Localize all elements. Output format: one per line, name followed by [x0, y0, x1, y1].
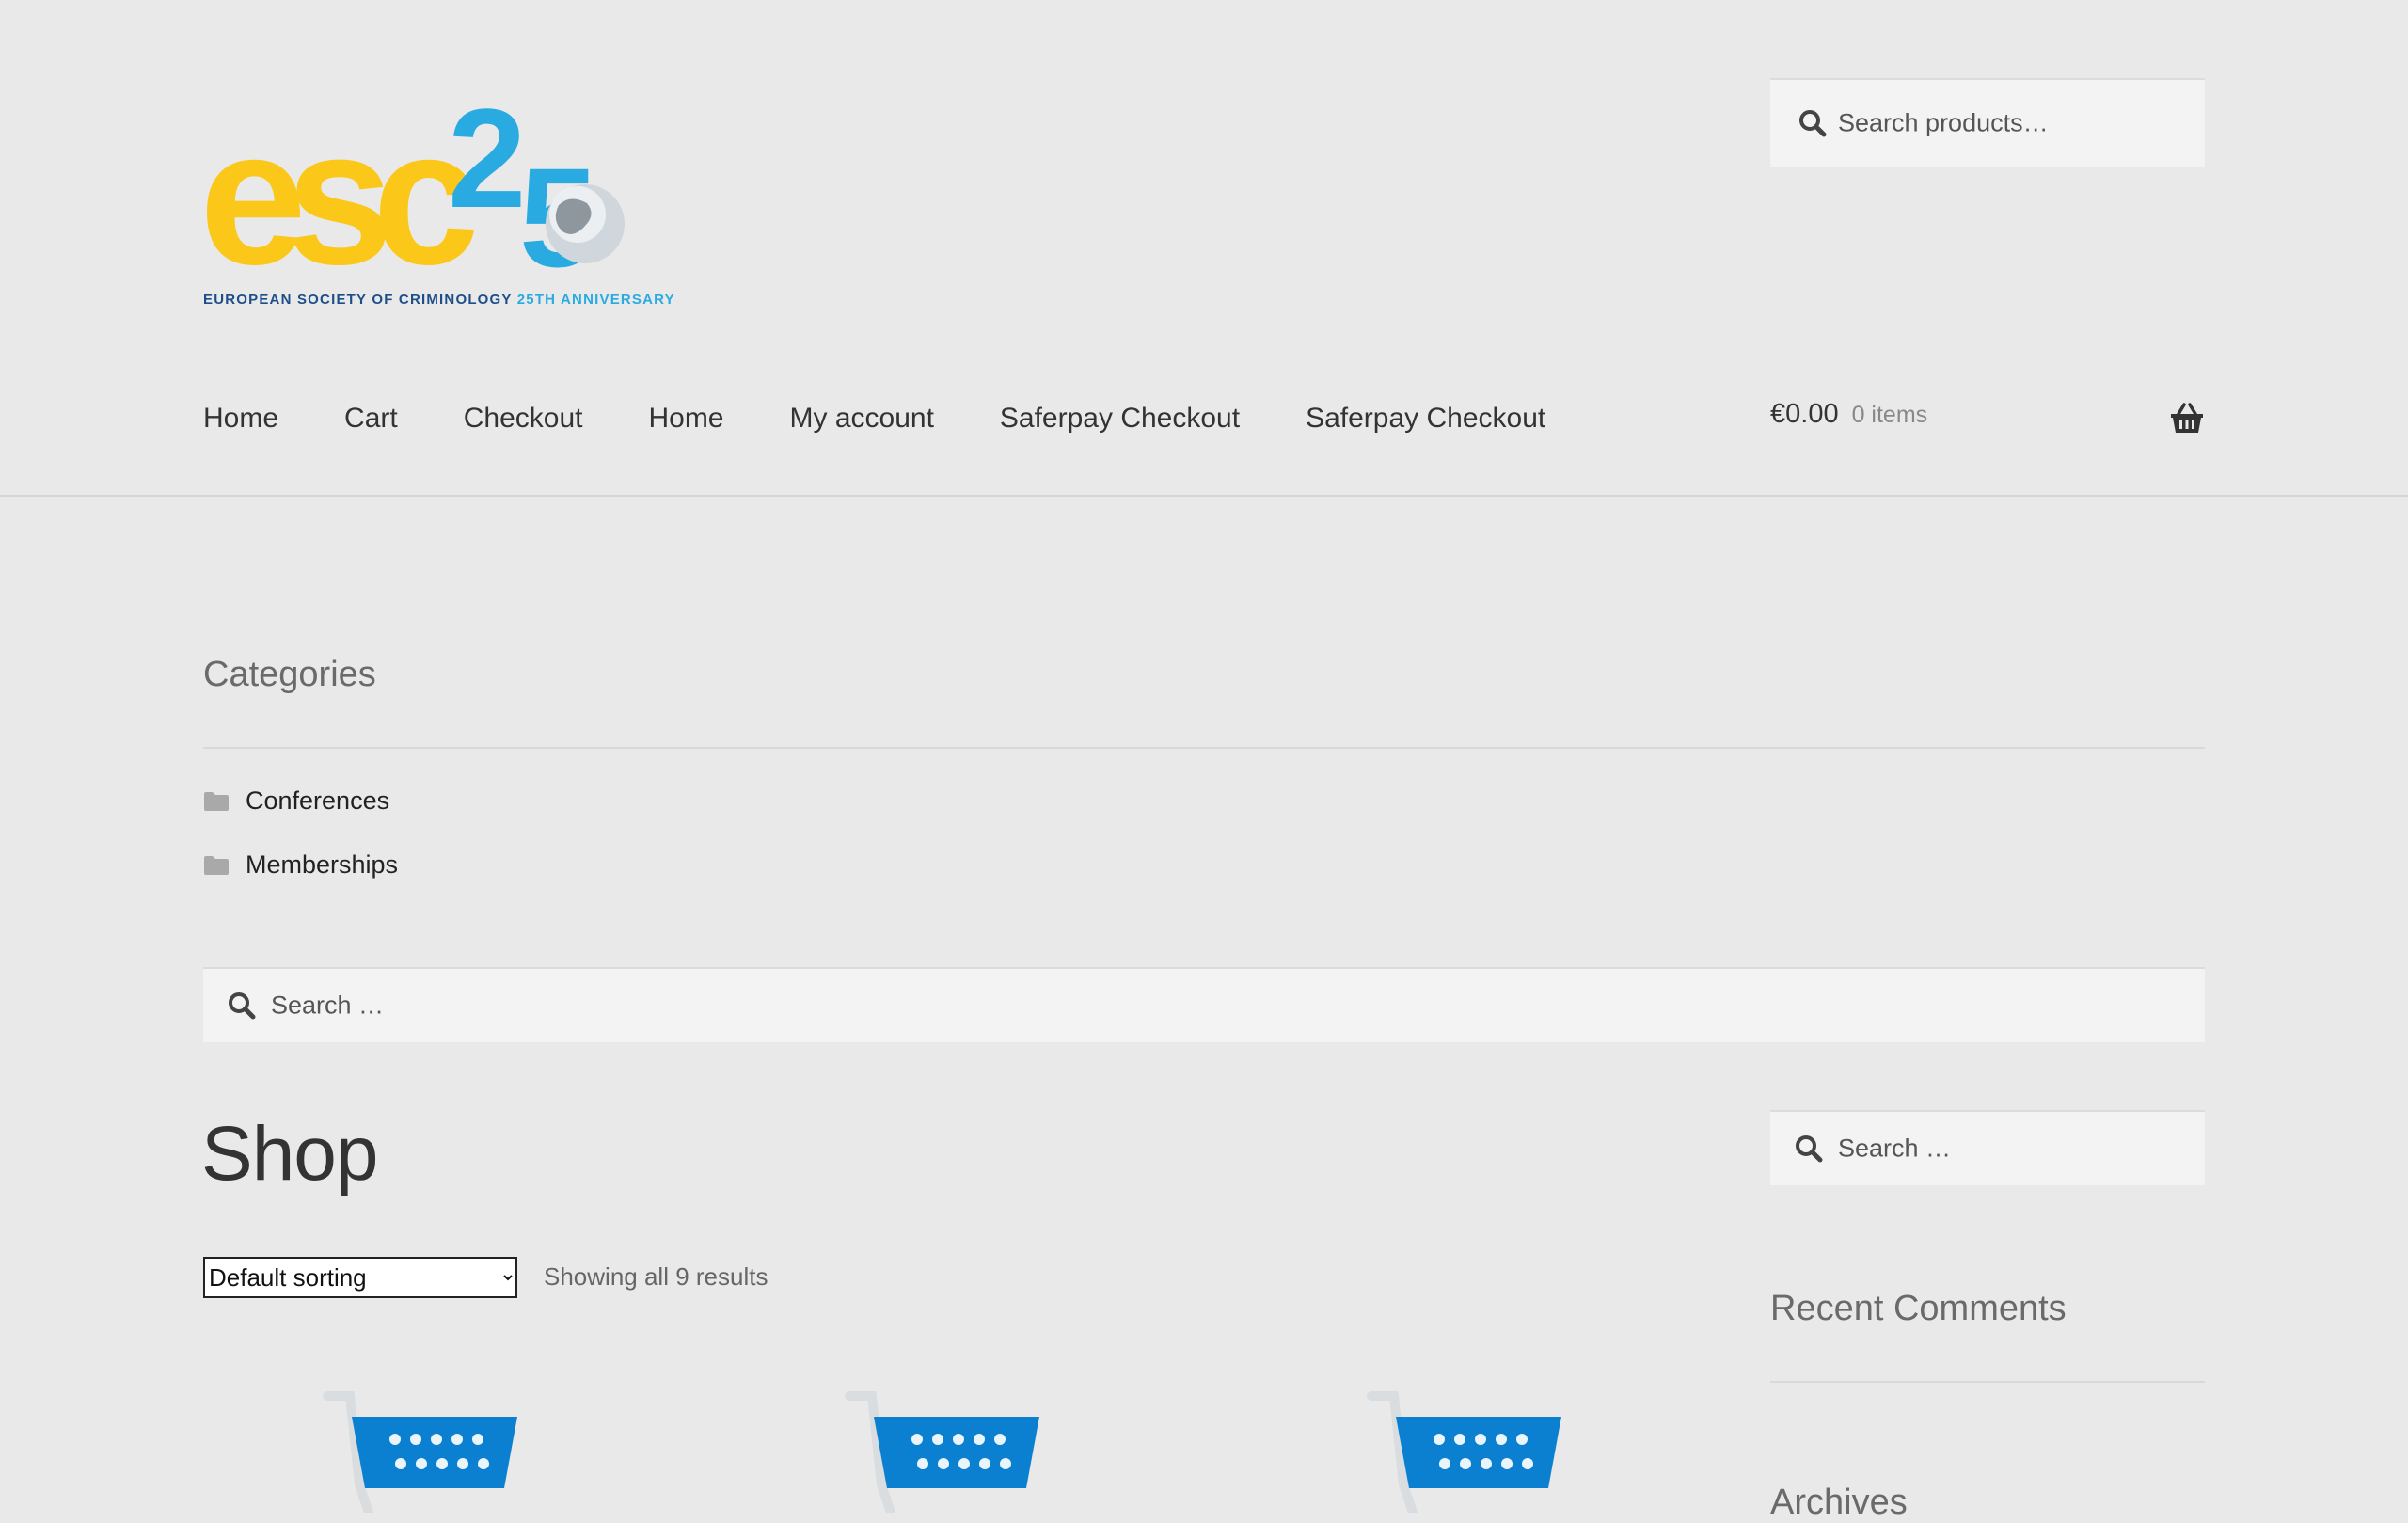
- product-placeholder-cart-icon[interactable]: [320, 1390, 527, 1513]
- header-cart-link[interactable]: €0.00 0 items: [1770, 399, 1927, 430]
- sidebar-search-field[interactable]: Search …: [1770, 1110, 2205, 1185]
- search-icon: [1799, 110, 1827, 137]
- cart-total: €0.00: [1770, 399, 1839, 429]
- nav-saferpay-checkout[interactable]: Saferpay Checkout: [1000, 403, 1240, 435]
- product-search-placeholder: Search products…: [1838, 108, 2049, 137]
- nav-home-2[interactable]: Home: [648, 403, 723, 435]
- search-icon: [229, 992, 256, 1020]
- esc25-logo[interactable]: esc 2 5: [201, 73, 643, 313]
- cart-count: 0 items: [1851, 402, 1928, 428]
- folder-icon: [204, 855, 229, 875]
- nav-home[interactable]: Home: [203, 403, 278, 435]
- nav-my-account[interactable]: My account: [790, 403, 934, 435]
- svg-text:2: 2: [448, 79, 526, 237]
- logo-tagline: EUROPEAN SOCIETY OF CRIMINOLOGY 25TH ANN…: [203, 292, 675, 308]
- divider: [203, 747, 2205, 749]
- content-search-field[interactable]: Search …: [203, 967, 2205, 1042]
- product-search-field[interactable]: Search products…: [1770, 78, 2205, 167]
- sidebar-search-placeholder: Search …: [1838, 1134, 1952, 1163]
- category-label: Memberships: [246, 850, 399, 879]
- product-placeholder-cart-icon[interactable]: [1364, 1390, 1571, 1513]
- search-icon: [1796, 1135, 1823, 1163]
- site-header: esc 2 5 EUROPEAN SOCIETY OF CRIMINOLOGY …: [0, 0, 2408, 497]
- basket-icon[interactable]: [2169, 403, 2205, 435]
- category-label: Conferences: [246, 786, 390, 815]
- divider: [1770, 1381, 2205, 1383]
- nav-checkout[interactable]: Checkout: [464, 403, 583, 435]
- product-placeholder-cart-icon[interactable]: [842, 1390, 1049, 1513]
- content-search-placeholder: Search …: [271, 991, 385, 1020]
- recent-comments-title: Recent Comments: [1770, 1289, 2067, 1328]
- category-item-memberships[interactable]: Memberships: [203, 850, 398, 880]
- nav-saferpay-checkout-2[interactable]: Saferpay Checkout: [1306, 403, 1545, 435]
- archives-title: Archives: [1770, 1483, 1908, 1522]
- sort-select[interactable]: Default sorting: [203, 1257, 517, 1298]
- categories-widget-title: Categories: [203, 655, 376, 694]
- page-title: Shop: [201, 1111, 379, 1197]
- folder-icon: [204, 791, 229, 811]
- primary-navigation: Home Cart Checkout Home My account Safer…: [203, 395, 1611, 442]
- svg-text:esc: esc: [201, 89, 474, 305]
- category-item-conferences[interactable]: Conferences: [203, 786, 389, 816]
- nav-cart[interactable]: Cart: [344, 403, 398, 435]
- result-count: Showing all 9 results: [544, 1262, 768, 1291]
